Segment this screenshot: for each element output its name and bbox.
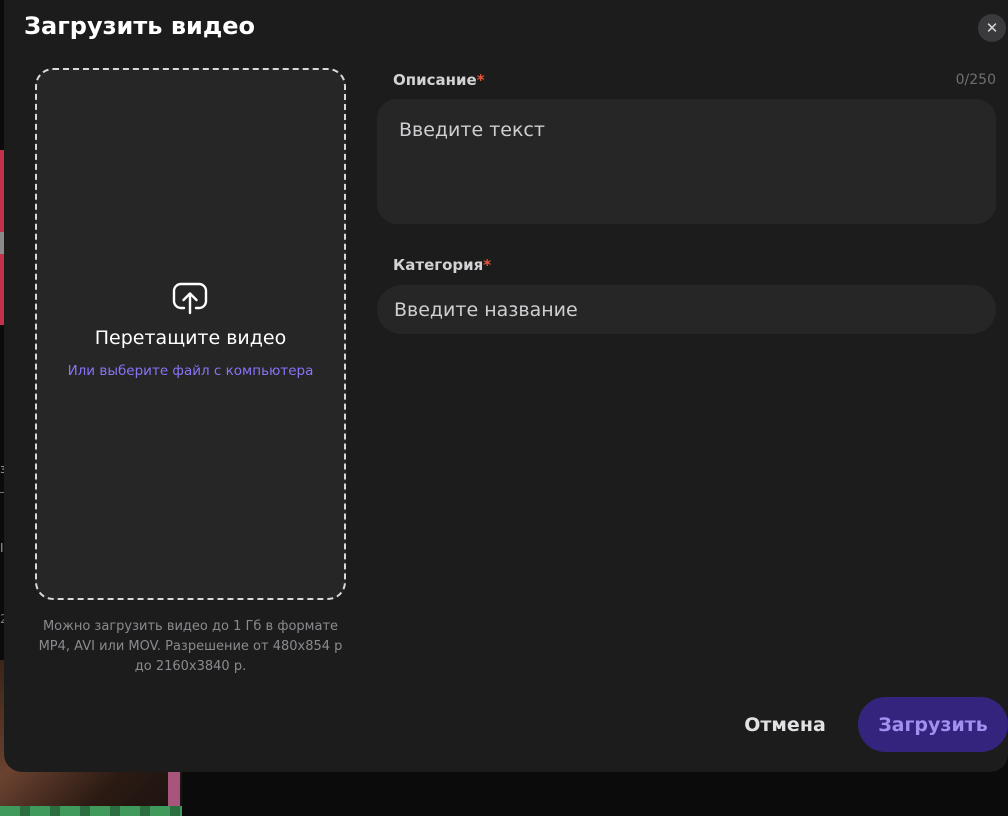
cancel-button[interactable]: Отмена: [732, 700, 838, 750]
close-button[interactable]: ✕: [978, 14, 1006, 42]
dropzone-title: Перетащите видео: [94, 327, 287, 349]
backdrop-photo-strip: [0, 806, 182, 816]
upload-icon: [173, 282, 208, 315]
description-input[interactable]: [377, 99, 996, 224]
required-mark: *: [483, 256, 492, 274]
video-dropzone[interactable]: Перетащите видео Или выберите файл с ком…: [35, 68, 346, 600]
backdrop-text: I: [0, 541, 4, 555]
description-label-text: Описание: [393, 71, 477, 89]
character-counter: 0/250: [955, 72, 996, 88]
close-icon: ✕: [985, 19, 999, 37]
upload-video-modal: Загрузить видео ✕ Перетащите видео Или в…: [4, 0, 1008, 772]
required-mark: *: [476, 71, 485, 89]
upload-hint: Можно загрузить видео до 1 Гб в формате …: [38, 619, 343, 674]
category-label-text: Категория: [393, 256, 484, 274]
upload-button[interactable]: Загрузить: [858, 697, 1008, 752]
modal-title: Загрузить видео: [24, 12, 255, 40]
category-label: Категория*: [393, 256, 491, 274]
choose-file-link[interactable]: Или выберите файл с компьютера: [68, 363, 314, 379]
category-input[interactable]: [377, 285, 996, 334]
description-label: Описание*: [393, 71, 485, 89]
